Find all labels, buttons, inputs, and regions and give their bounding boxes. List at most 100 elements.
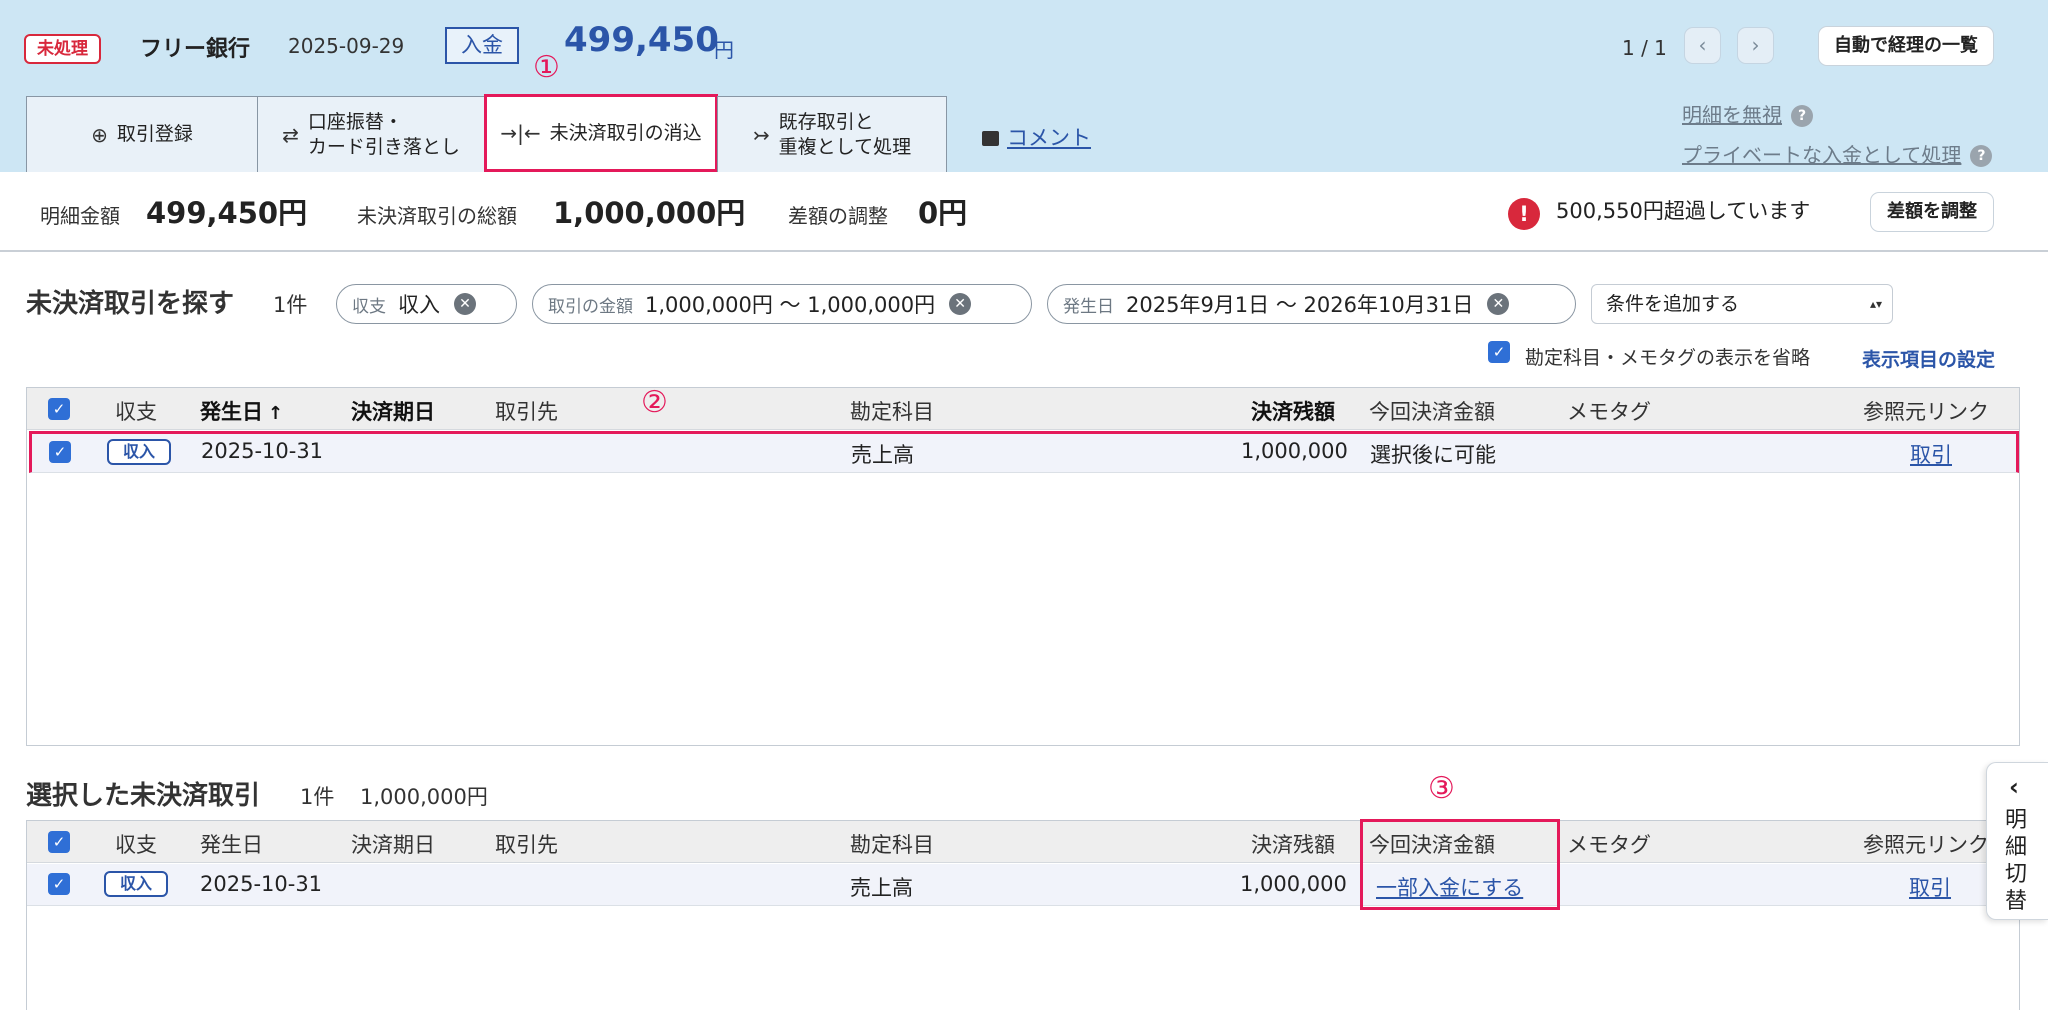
tab-label: 口座振替・ カード引き落とし [307,110,460,158]
col-source-link: 参照元リンク [1863,833,1989,857]
sort-arrow-icon: ↑ [268,403,284,424]
col-source-link: 参照元リンク [1863,400,1989,424]
cell-balance: 1,000,000 [1241,439,1348,463]
cell-date: 2025-10-31 [200,872,323,896]
select-all-checkbox[interactable]: ✓ [48,831,70,853]
next-page-button[interactable]: › [1737,27,1774,64]
table-header: ✓ 収支 発生日 ↑ 決済期日 取引先 ② 勘定科目 決済残額 今回決済金額 メモ… [27,385,2019,430]
col-due-date[interactable]: 決済期日 [351,396,435,426]
clear-filter-icon[interactable]: ✕ [949,293,972,315]
ignore-statement[interactable]: 明細を無視? [1682,99,1813,128]
tab-register-transaction[interactable]: ⊕ 取引登録 [26,96,258,172]
chevron-left-icon: ‹ [1698,33,1707,57]
col-date[interactable]: 発生日 ↑ [200,396,283,426]
chevron-left-icon: ‹ [2009,773,2019,801]
search-result-count: 1件 [273,293,308,317]
merge-arrows-icon: →|← [500,121,541,145]
exclamation-icon: ! [1508,198,1540,230]
currency-label: 円 [714,38,734,62]
detail-amount-label: 明細金額 [40,204,120,228]
tab-duplicate-existing[interactable]: ↣ 既存取引と 重複として処理 [717,96,947,172]
select-arrows-icon: ▴▾ [1869,297,1882,311]
drawer-label: 明細切替 [2005,808,2028,914]
selected-section-title: 選択した未決済取引 [26,781,261,811]
statement-switch-drawer[interactable]: ‹ 明細切替 [1986,762,2048,920]
display-settings-link[interactable]: 表示項目の設定 [1862,345,1995,372]
prev-page-button[interactable]: ‹ [1684,27,1721,64]
deposit-type-badge: 入金 [445,27,519,64]
row-checkbox[interactable]: ✓ [49,441,71,463]
unsettled-total-label: 未決済取引の総額 [357,204,517,228]
auto-list-button[interactable]: 自動で経理の一覧 [1818,26,1994,66]
col-account[interactable]: 勘定科目 [850,396,934,426]
transfer-arrows-icon: ⇄ [282,122,299,147]
difference-value: 0円 [918,196,968,230]
select-all-checkbox[interactable]: ✓ [48,398,70,420]
selected-total: 1,000,000円 [360,785,488,809]
col-this-amount: 今回決済金額 [1369,400,1495,424]
filter-chip-amount[interactable]: 取引の金額 1,000,000円 〜 1,000,000円 ✕ [532,284,1032,324]
tab-label: 取引登録 [116,123,193,146]
overage-warning: 500,550円超過しています [1556,199,1811,223]
help-icon[interactable]: ? [1970,145,1993,167]
source-transaction-link[interactable]: 取引 [1910,439,1952,469]
selected-count: 1件 [300,785,335,809]
header-bar: 未処理 フリー銀行 2025-09-29 入金 499,450 円 ① 1 / … [0,0,2048,172]
detail-amount-value: 499,450円 [146,196,308,230]
annotation-mark-1: ① [533,50,560,85]
tab-label: 既存取引と 重複として処理 [778,110,912,158]
col-type[interactable]: 収支 [115,396,157,426]
status-badge: 未処理 [24,34,101,64]
table-row[interactable]: ✓ 収入 2025-10-31 売上高 1,000,000 選択後に可能 取引 [29,431,2019,473]
source-transaction-link[interactable]: 取引 [1909,872,1951,902]
col-partner: 取引先 [495,833,558,857]
col-date: 発生日 [200,833,263,857]
tab-account-transfer[interactable]: ⇄ 口座振替・ カード引き落とし [257,96,485,172]
unsettled-total-value: 1,000,000円 [553,196,746,230]
bank-name: フリー銀行 [140,37,251,62]
add-condition-select[interactable]: 条件を追加する ▴▾ [1591,284,1893,324]
row-checkbox[interactable]: ✓ [48,873,70,895]
col-account: 勘定科目 [850,833,934,857]
difference-label: 差額の調整 [788,204,888,228]
plus-circle-icon: ⊕ [91,122,108,147]
tab-label: 未決済取引の消込 [549,121,702,144]
annotation-mark-2: ② [641,385,668,420]
clear-filter-icon[interactable]: ✕ [454,293,476,315]
highlight-this-amount-column [1360,819,1560,910]
statement-date: 2025-09-29 [288,34,405,58]
clear-filter-icon[interactable]: ✕ [1487,293,1510,315]
divider [0,250,2048,252]
selected-table: ✓ 収支 発生日 決済期日 取引先 勘定科目 決済残額 今回決済金額 メモタグ … [26,820,2020,1010]
col-balance: 決済残額 [1251,833,1335,857]
chevron-right-icon: › [1751,33,1760,57]
income-badge: 収入 [104,871,169,897]
cell-date: 2025-10-31 [201,439,324,463]
col-memo-tag: メモタグ [1567,833,1651,857]
col-due-date: 決済期日 [351,833,435,857]
income-badge: 収入 [107,439,172,465]
annotation-mark-3: ③ [1428,771,1455,806]
private-deposit[interactable]: プライベートな入金として処理? [1682,139,1993,168]
cell-balance: 1,000,000 [1240,872,1347,896]
table-header: ✓ 収支 発生日 決済期日 取引先 勘定科目 決済残額 今回決済金額 メモタグ … [27,821,2019,863]
col-type: 収支 [115,833,157,857]
col-memo-tag: メモタグ [1567,400,1651,424]
ignore-statement-link[interactable]: 明細を無視 [1682,103,1782,127]
statement-amount: 499,450 [564,20,719,60]
comment-link[interactable]: コメント [982,122,1091,152]
filter-chip-type[interactable]: 収支 収入 ✕ [336,284,517,324]
cell-account: 売上高 [850,876,913,900]
cell-account: 売上高 [851,443,914,467]
tab-clear-unsettled[interactable]: →|← 未決済取引の消込 [484,94,718,172]
help-icon[interactable]: ? [1791,105,1813,127]
col-partner[interactable]: 取引先 [495,396,558,426]
duplicate-arrow-icon: ↣ [752,122,770,147]
cell-this-amount: 選択後に可能 [1370,443,1496,467]
omit-display-label: 勘定科目・メモタグの表示を省略 [1525,347,1811,369]
filter-chip-date[interactable]: 発生日 2025年9月1日 〜 2026年10月31日 ✕ [1047,284,1576,324]
col-balance[interactable]: 決済残額 [1251,396,1335,426]
adjust-difference-button[interactable]: 差額を調整 [1870,192,1994,232]
omit-display-checkbox[interactable]: ✓ [1488,341,1510,363]
private-deposit-link[interactable]: プライベートな入金として処理 [1682,143,1961,167]
